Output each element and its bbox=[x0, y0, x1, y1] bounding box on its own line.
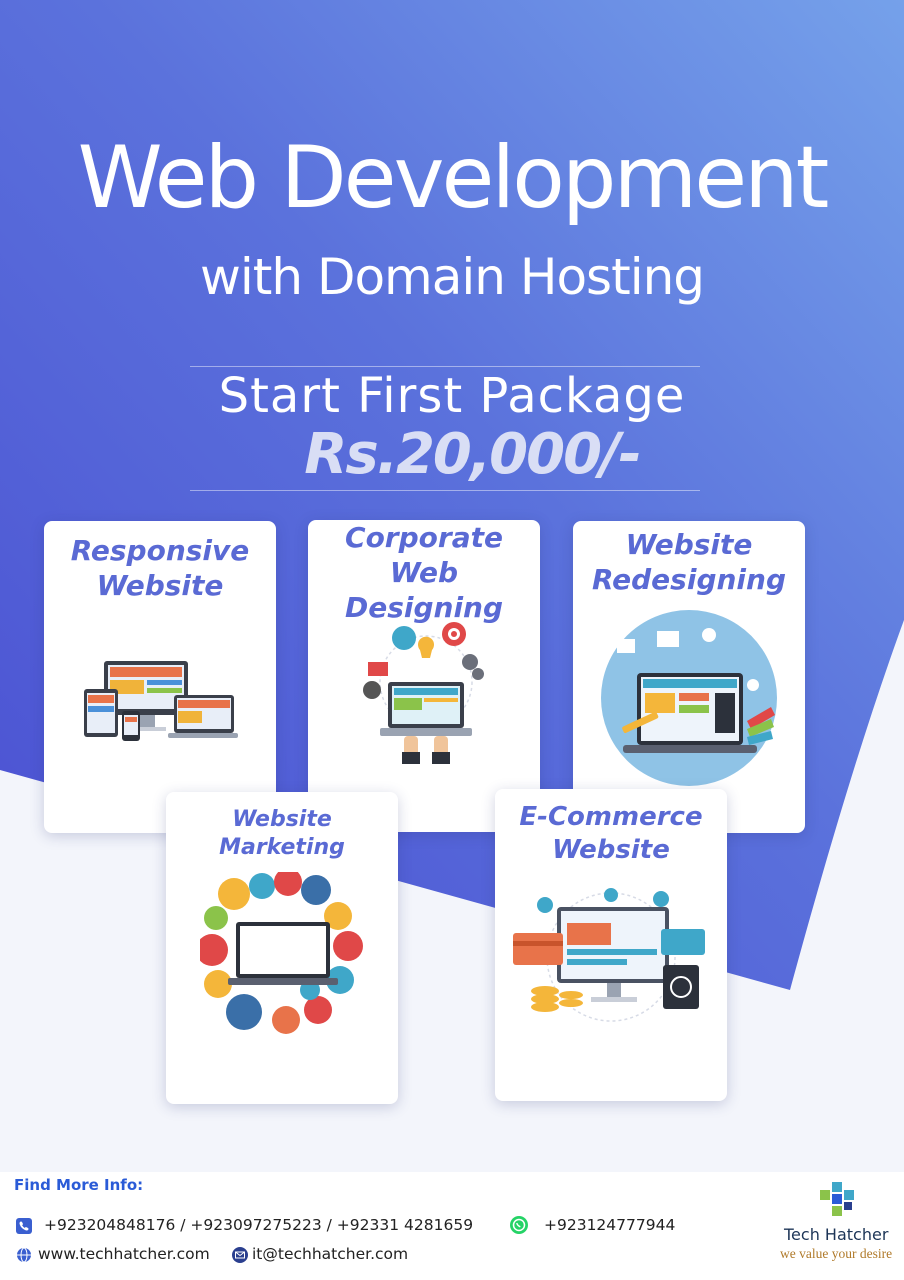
corporate-design-icon bbox=[363, 622, 484, 764]
card-title-line1: Website bbox=[625, 528, 753, 561]
card-title-line1: Responsive bbox=[70, 534, 250, 567]
footer-heading: Find More Info: bbox=[14, 1176, 144, 1194]
card-title-line1: Corporate bbox=[345, 521, 503, 554]
card-title-line1: Website Marketing bbox=[219, 807, 345, 860]
card-title-line2: Website bbox=[96, 569, 224, 602]
card-website-marketing[interactable]: Website Marketing bbox=[166, 792, 398, 1104]
email-link[interactable]: it@techhatcher.com bbox=[252, 1245, 408, 1263]
card-responsive-website[interactable]: Responsive Website bbox=[44, 521, 276, 833]
page-subtitle: with Domain Hosting bbox=[199, 248, 705, 306]
card-title-line2: Redesigning bbox=[591, 563, 786, 596]
card-website-redesigning[interactable]: Website Redesigning bbox=[573, 521, 805, 833]
website-link[interactable]: www.techhatcher.com bbox=[38, 1245, 210, 1263]
card-ecommerce-website[interactable]: E-Commerce Website bbox=[495, 789, 727, 1101]
brand-tagline: we value your desire bbox=[780, 1246, 893, 1261]
page-title: Web Development bbox=[77, 128, 830, 228]
card-title-line2: Website bbox=[552, 834, 670, 865]
globe-icon bbox=[17, 1247, 31, 1263]
ecommerce-icon bbox=[513, 888, 705, 1022]
phone-numbers-link[interactable]: +923204848176 / +923097275223 / +92331 4… bbox=[44, 1216, 473, 1234]
digital-marketing-icon bbox=[200, 872, 363, 1034]
divider-bottom bbox=[190, 490, 700, 491]
card-title-line2: Web Designing bbox=[344, 556, 504, 624]
tech-hatcher-logo bbox=[820, 1182, 854, 1216]
whatsapp-icon bbox=[510, 1216, 528, 1234]
responsive-devices-icon bbox=[84, 661, 238, 741]
whatsapp-number-link[interactable]: +923124777944 bbox=[544, 1216, 675, 1234]
card-title-line1: E-Commerce bbox=[519, 802, 703, 832]
package-price: Rs.20,000/- bbox=[304, 422, 642, 487]
card-corporate-web-designing[interactable]: Corporate Web Designing bbox=[308, 520, 540, 832]
email-icon bbox=[232, 1247, 248, 1263]
brand-name: Tech Hatcher bbox=[784, 1225, 889, 1244]
package-label: Start First Package bbox=[218, 368, 686, 424]
redesign-icon bbox=[601, 610, 777, 786]
phone-icon bbox=[16, 1218, 32, 1234]
divider-top bbox=[190, 366, 700, 367]
